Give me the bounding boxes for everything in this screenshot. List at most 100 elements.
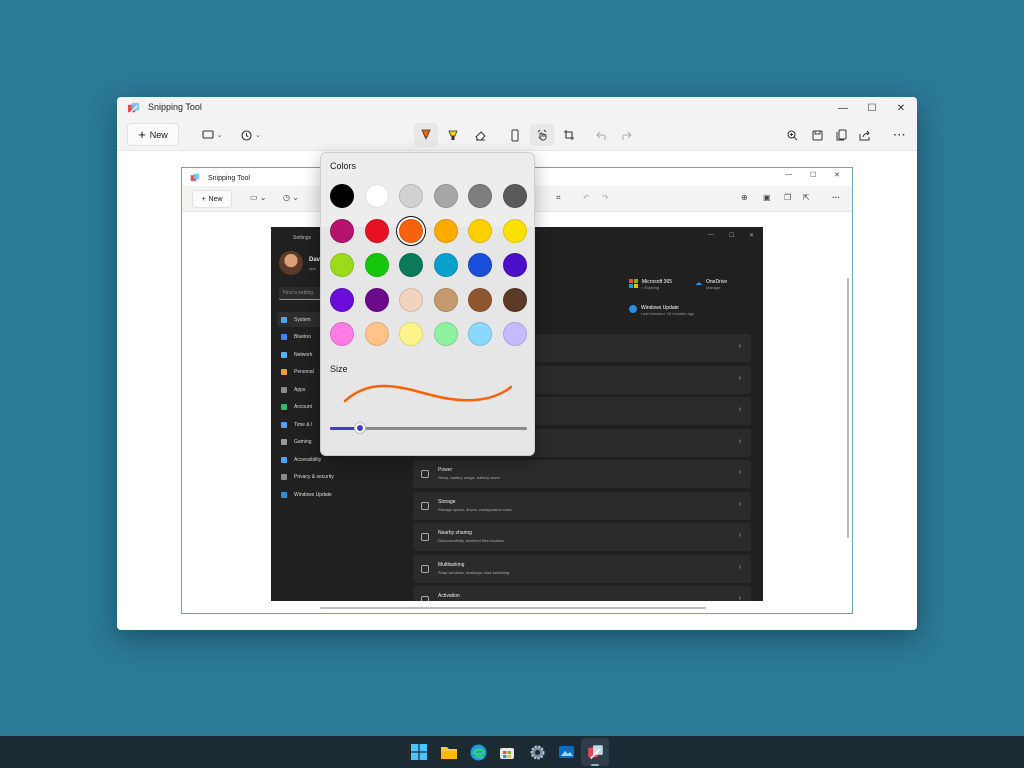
- color-swatch[interactable]: [399, 218, 424, 243]
- settings-nav-item: Windows Update: [277, 487, 411, 502]
- share-button[interactable]: [854, 124, 876, 146]
- chevron-down-icon: ⌄: [255, 132, 261, 139]
- ruler-tool[interactable]: [504, 124, 526, 146]
- color-swatch[interactable]: [433, 322, 458, 347]
- settings-close-icon: ✕: [749, 233, 755, 239]
- color-swatch[interactable]: [364, 218, 389, 243]
- delay-dropdown[interactable]: ⌄: [236, 124, 266, 146]
- copy-button[interactable]: [830, 124, 852, 146]
- file-explorer-button[interactable]: [439, 742, 459, 762]
- color-swatch[interactable]: [399, 184, 424, 208]
- color-swatch[interactable]: [364, 253, 389, 278]
- more-options-button[interactable]: ···: [889, 124, 911, 146]
- color-swatch[interactable]: [330, 184, 354, 208]
- color-swatch[interactable]: [503, 287, 527, 312]
- edge-icon: [470, 744, 486, 760]
- window-title: Snipping Tool: [148, 102, 202, 112]
- row-subtitle: Storage space, drives, configuration rul…: [438, 506, 512, 512]
- color-swatch[interactable]: [364, 287, 389, 312]
- color-swatch[interactable]: [364, 184, 389, 208]
- zoom-button[interactable]: [781, 124, 803, 146]
- eraser-tool[interactable]: [469, 124, 491, 146]
- nav-item-icon: [281, 351, 287, 358]
- size-slider-thumb[interactable]: [354, 422, 366, 434]
- maximize-button[interactable]: ☐: [857, 97, 887, 119]
- nav-item-label: Accessibility: [294, 456, 322, 463]
- row-icon: [421, 470, 429, 478]
- horizontal-scrollbar[interactable]: [320, 607, 706, 609]
- inner-new-label: New: [208, 195, 223, 203]
- color-swatch[interactable]: [399, 287, 424, 312]
- color-swatch[interactable]: [364, 322, 389, 347]
- crop-tool[interactable]: [558, 124, 580, 146]
- snip-mode-dropdown[interactable]: ⌄: [197, 124, 227, 146]
- chevron-right-icon: ›: [738, 563, 741, 571]
- chevron-right-icon: ›: [738, 500, 741, 508]
- inner-new-button: + New: [192, 190, 232, 208]
- nav-item-icon: [281, 491, 287, 498]
- color-swatch[interactable]: [468, 253, 493, 278]
- color-swatch[interactable]: [433, 287, 458, 312]
- row-subtitle: Snap windows, desktops, task switching: [438, 569, 510, 575]
- highlighter-tool[interactable]: [442, 124, 464, 146]
- redo-icon: [622, 131, 632, 140]
- color-swatch[interactable]: [433, 184, 458, 208]
- tile-sub: Manage: [706, 285, 721, 290]
- nav-item-label: Personal: [294, 369, 314, 375]
- inner-clock-icon: ◷ ⌄: [283, 193, 299, 202]
- nav-item-label: Network: [294, 351, 313, 358]
- color-swatch[interactable]: [503, 253, 527, 278]
- snipping-tool-app-icon: [190, 173, 200, 181]
- redo-button[interactable]: [615, 124, 637, 146]
- rectangle-mode-icon: [202, 130, 214, 139]
- zoom-icon: [787, 130, 797, 140]
- new-snip-button[interactable]: + New: [127, 123, 179, 146]
- row-title: Activation: [438, 593, 460, 599]
- row-title: Multitasking: [438, 561, 465, 568]
- inner-crop-icon: ⌗: [556, 193, 561, 202]
- plus-icon: +: [201, 195, 206, 203]
- chevron-down-icon: ⌄: [216, 132, 223, 139]
- settings-app-button[interactable]: [527, 742, 547, 762]
- color-swatch[interactable]: [433, 218, 458, 243]
- color-swatch[interactable]: [468, 322, 493, 347]
- color-swatch[interactable]: [468, 287, 493, 312]
- store-button[interactable]: [497, 742, 517, 762]
- edge-button[interactable]: [468, 742, 488, 762]
- color-swatch[interactable]: [399, 322, 424, 347]
- color-swatch[interactable]: [503, 322, 527, 347]
- color-swatch[interactable]: [503, 184, 527, 208]
- vertical-scrollbar[interactable]: [847, 278, 849, 538]
- color-swatch[interactable]: [330, 287, 354, 312]
- color-swatch[interactable]: [399, 253, 424, 278]
- stroke-preview: [343, 384, 513, 403]
- touch-writing-toggle[interactable]: [530, 124, 554, 146]
- color-swatch[interactable]: [330, 253, 354, 278]
- start-button[interactable]: [409, 742, 429, 762]
- nav-item-label: Windows Update: [294, 491, 332, 498]
- snipping-tool-taskbar-button[interactable]: [585, 742, 605, 762]
- photos-button[interactable]: [556, 742, 576, 762]
- close-button[interactable]: ✕: [886, 97, 916, 119]
- color-swatch[interactable]: [468, 218, 493, 243]
- nav-item-icon: [281, 316, 287, 323]
- color-swatch[interactable]: [433, 253, 458, 278]
- ballpoint-pen-tool[interactable]: [414, 123, 438, 147]
- color-swatch[interactable]: [468, 184, 493, 208]
- nav-item-icon: [281, 421, 287, 428]
- undo-button[interactable]: [591, 124, 613, 146]
- color-swatch[interactable]: [330, 322, 354, 347]
- color-swatch[interactable]: [503, 218, 527, 243]
- save-button[interactable]: [806, 124, 828, 146]
- chevron-right-icon: ›: [738, 343, 741, 350]
- tile-windows-update: Windows Update Last checked: 34 minutes a…: [629, 305, 694, 316]
- settings-row: Power Sleep, battery usage, battery saver…: [413, 460, 751, 488]
- title-bar: Snipping Tool — ☐ ✕: [117, 97, 917, 119]
- settings-minimize-icon: —: [708, 232, 714, 238]
- snipping-tool-icon: [587, 744, 603, 759]
- inner-close-icon: ✕: [834, 172, 840, 179]
- color-swatch[interactable]: [330, 218, 354, 243]
- settings-icon: [530, 745, 544, 759]
- nav-item-icon: [281, 439, 287, 445]
- minimize-button[interactable]: —: [828, 97, 858, 119]
